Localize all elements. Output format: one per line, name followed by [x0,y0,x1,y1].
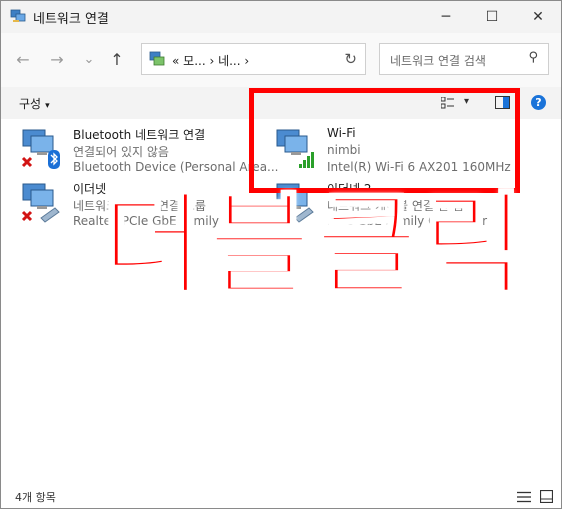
network-connections-window: 네트워크 연결 ─ ☐ ✕ ← → ⌄ ↑ « 모... › 네... › ↻ … [0,0,562,509]
search-box[interactable]: 네트워크 연결 검색 ⚲ [379,43,549,75]
minimize-button[interactable]: ─ [423,1,469,33]
close-button[interactable]: ✕ [515,1,561,33]
title-bar: 네트워크 연결 ─ ☐ ✕ [1,1,561,33]
connection-status: 연결되어 있지 않음 [73,145,169,159]
arrow-right-icon: → [50,49,64,69]
search-icon[interactable]: ⚲ [528,50,538,65]
bluetooth-network-icon [21,129,60,169]
arrow-left-icon: ← [16,49,30,69]
item-count: 4개 항목 [15,491,56,504]
search-input[interactable]: 네트워크 연결 검색 [390,52,486,69]
double-click-caption: 더블클릭 [99,180,530,313]
close-icon: ✕ [532,9,544,25]
connection-bluetooth[interactable]: Bluetooth 네트워크 연결 연결되어 있지 않음 Bluetooth D… [21,128,279,180]
control-panel-icon [149,51,165,66]
back-button[interactable]: ← [11,47,35,71]
navigation-bar: ← → ⌄ ↑ « 모... › 네... › ↻ 네트워크 연결 검색 ⚲ [1,33,561,87]
breadcrumb[interactable]: « 모... › 네... › [172,52,249,69]
connection-device: Bluetooth Device (Personal Area... [73,160,279,174]
up-button[interactable]: ↑ [105,47,129,71]
highlight-box [249,88,520,193]
address-bar[interactable]: « 모... › 네... › ↻ [141,43,366,75]
forward-button[interactable]: → [45,47,69,71]
refresh-icon[interactable]: ↻ [344,50,357,68]
minimize-icon: ─ [441,9,451,25]
organize-label: 구성 [19,97,42,111]
network-connections-app-icon [10,9,26,22]
arrow-up-icon: ↑ [110,49,124,69]
connection-name: Bluetooth 네트워크 연결 [73,128,206,142]
chevron-down-icon: ⌄ [83,51,95,67]
maximize-icon: ☐ [485,9,499,25]
recent-locations-button[interactable]: ⌄ [77,47,101,71]
ethernet-network-icon [21,183,60,223]
maximize-button[interactable]: ☐ [469,1,515,33]
organize-button[interactable]: 구성 ▾ [19,95,50,112]
help-icon: ? [535,96,542,109]
window-title: 네트워크 연결 [33,12,109,27]
large-icons-view-icon[interactable] [540,490,553,503]
details-view-icon[interactable] [517,491,531,503]
help-button[interactable]: ? [531,95,546,110]
caret-down-icon: ▾ [45,101,50,111]
